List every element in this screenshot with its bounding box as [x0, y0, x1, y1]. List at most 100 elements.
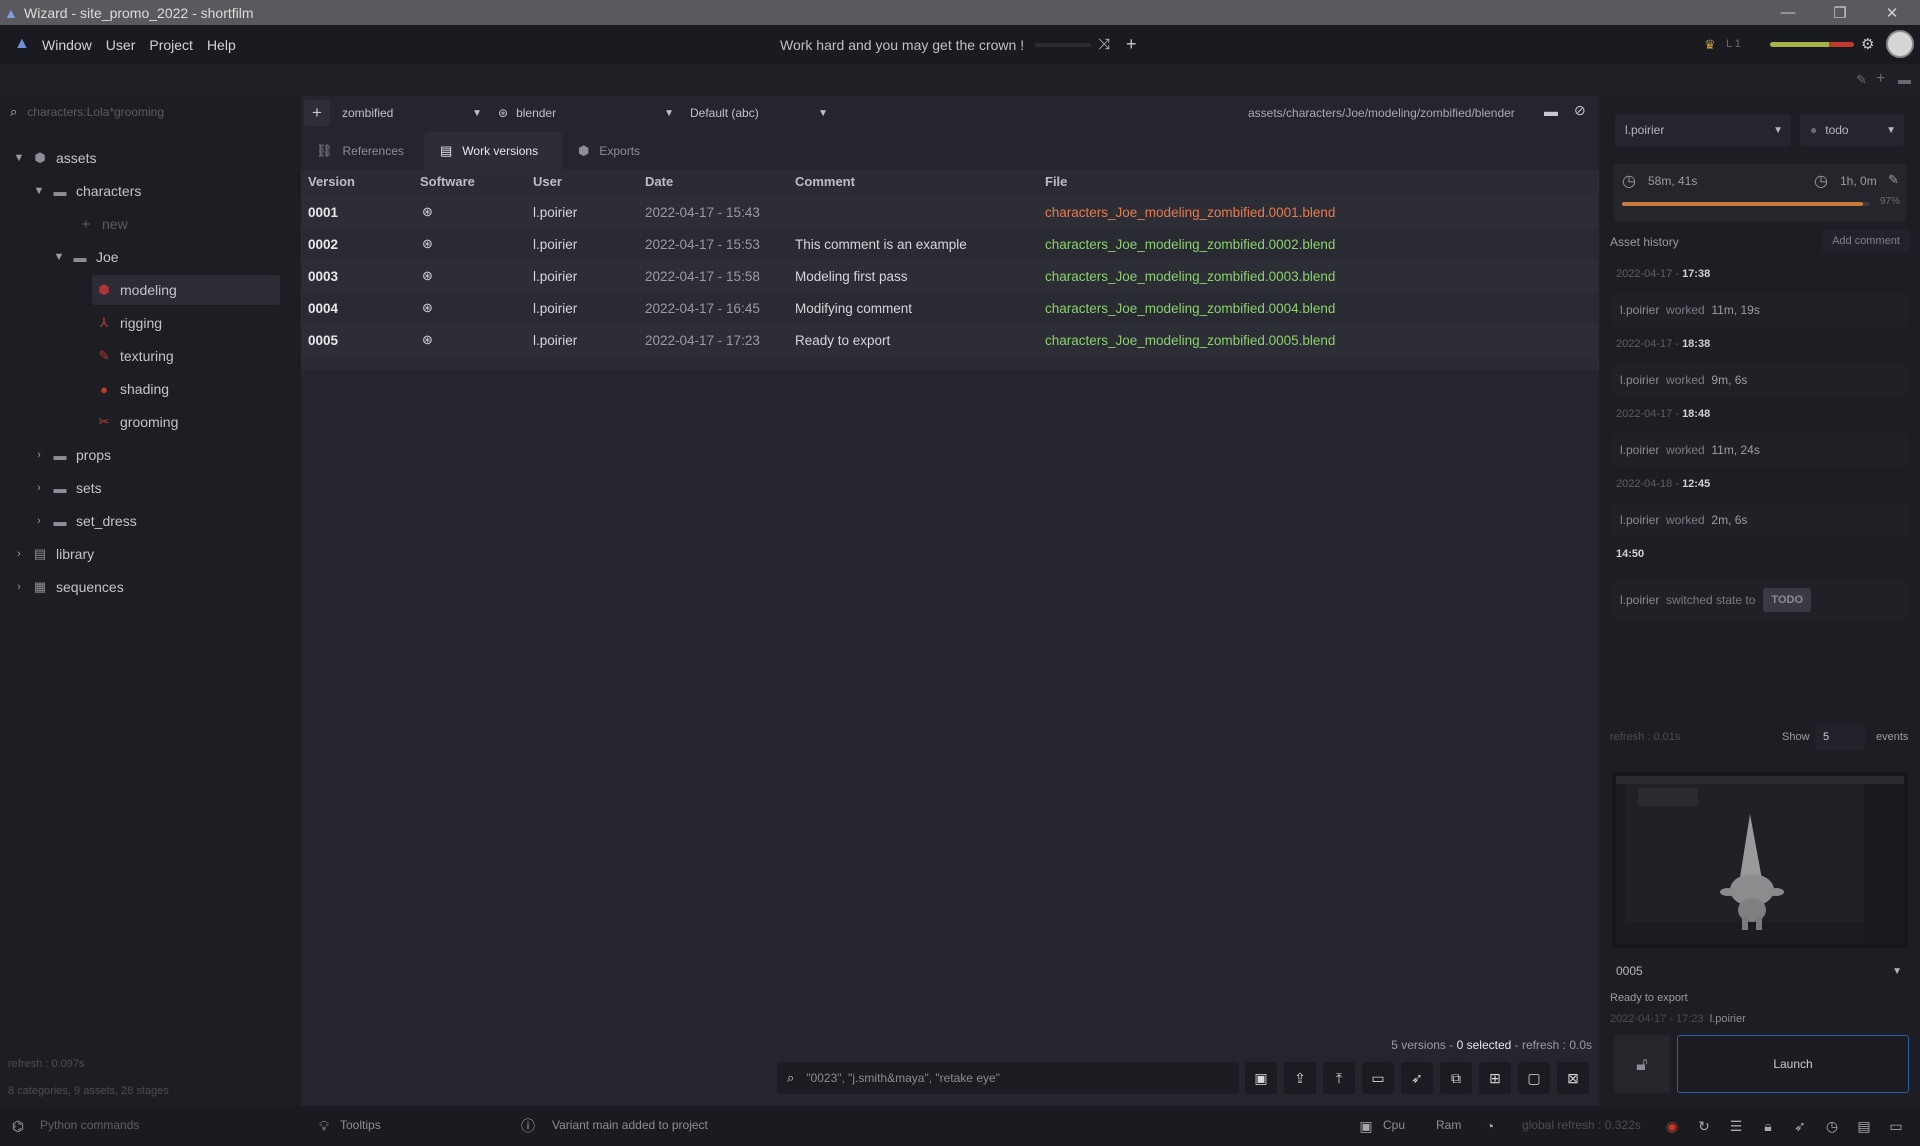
chevron-down-icon: ▼ [818, 107, 828, 119]
run-icon[interactable]: ➶ [1788, 1114, 1812, 1138]
assignee-dropdown[interactable]: l.poirier ▼ [1615, 114, 1791, 146]
header-date[interactable]: Date [645, 174, 673, 189]
window-titlebar: ▲ Wizard - site_promo_2022 - shortfilm —… [0, 0, 1920, 25]
archive-button[interactable]: ⇪ [1284, 1062, 1316, 1094]
table-row[interactable]: 0004 ⊛ l.poirier 2022-04-17 - 16:45 Modi… [302, 292, 1598, 324]
tree-item-assets[interactable]: ▼ ⬢ assets [12, 143, 292, 173]
blender-icon: ⊛ [422, 332, 433, 347]
table-row[interactable]: 0005 ⊛ l.poirier 2022-04-17 - 17:23 Read… [302, 324, 1598, 356]
settings-sliders-icon[interactable]: ☰ [1724, 1114, 1748, 1138]
launch-button[interactable]: Launch [1677, 1035, 1909, 1093]
export-format-dropdown[interactable]: Default (abc) ▼ [690, 100, 828, 126]
versions-search-input[interactable]: ⌕ "0023", "j.smith&maya", "retake eye" [777, 1062, 1239, 1094]
cube-icon: ⬢ [34, 150, 46, 165]
header-version[interactable]: Version [308, 174, 355, 189]
menu-project[interactable]: Project [149, 37, 193, 53]
new-version-button[interactable]: ⊞ [1479, 1062, 1511, 1094]
lock-button[interactable]: 🔓︎ [1614, 1035, 1670, 1093]
lock-status-icon[interactable]: 🔒︎ [1756, 1114, 1780, 1138]
tree-item-sets[interactable]: › ▬ sets [32, 473, 292, 503]
minimize-icon[interactable]: — [1770, 0, 1806, 25]
table-row[interactable]: 0001 ⊛ l.poirier 2022-04-17 - 15:43 char… [302, 196, 1598, 228]
tab-exports[interactable]: ⬢ Exports [578, 132, 668, 170]
tree-item-set-dress[interactable]: › ▬ set_dress [32, 506, 292, 536]
search-icon: ⌕ [10, 104, 18, 119]
chevron-right-icon[interactable]: › [32, 449, 46, 461]
layout-icon[interactable]: ▤ [1852, 1114, 1876, 1138]
notification-icon[interactable]: ▭ [1884, 1114, 1908, 1138]
state-dropdown[interactable]: ● todo ▼ [1800, 114, 1904, 146]
header-software[interactable]: Software [420, 174, 475, 189]
open-folder-icon[interactable]: ▬ [1544, 103, 1558, 119]
close-icon[interactable]: ✕ [1874, 0, 1910, 25]
event-date: 2022-04-17 - 17:38 [1616, 268, 1711, 280]
python-commands-input[interactable]: Python commands [40, 1118, 139, 1132]
refresh-icon[interactable]: ↻ [1692, 1114, 1716, 1138]
brush-icon: ✎ [98, 348, 110, 363]
tree-item-rigging[interactable]: ⅄ rigging [92, 308, 280, 338]
chevron-right-icon[interactable]: › [12, 548, 26, 560]
gear-icon[interactable]: ⚙ [1861, 35, 1874, 53]
add-variant-icon[interactable]: + [304, 100, 330, 126]
tree-item-modeling[interactable]: ⬢ modeling [92, 275, 280, 305]
tree-item-texturing[interactable]: ✎ texturing [92, 341, 280, 371]
software-dropdown[interactable]: ⊛ blender ▼ [498, 100, 674, 126]
header-user[interactable]: User [533, 174, 562, 189]
folder-small-icon[interactable]: ▬ [1898, 72, 1911, 87]
events-count-input[interactable]: 5 [1815, 724, 1865, 750]
folder-icon: ▬ [73, 249, 87, 265]
table-row[interactable]: 0002 ⊛ l.poirier 2022-04-17 - 15:53 This… [302, 228, 1598, 260]
menu-user[interactable]: User [106, 37, 136, 53]
plus-small-icon[interactable]: + [1876, 70, 1885, 88]
chevron-right-icon[interactable]: › [32, 482, 46, 494]
table-row[interactable]: 0003 ⊛ l.poirier 2022-04-17 - 15:58 Mode… [302, 260, 1598, 292]
variant-dropdown[interactable]: zombified ▼ [342, 100, 482, 126]
wizard-logo-icon[interactable]: ▲ [14, 35, 34, 55]
launch-rocket-button[interactable]: ➶ [1401, 1062, 1433, 1094]
avatar[interactable] [1886, 30, 1914, 58]
blender-icon: ⊛ [422, 300, 433, 315]
upload-button[interactable]: ⤒ [1323, 1062, 1355, 1094]
chevron-right-icon[interactable]: › [12, 581, 26, 593]
tab-work-versions[interactable]: ▤ Work versions [424, 132, 562, 170]
tree-item-characters[interactable]: ▼ ▬ characters [32, 176, 292, 206]
header-comment[interactable]: Comment [795, 174, 855, 189]
tree-search[interactable]: ⌕ characters:Lola*grooming [0, 96, 300, 128]
edit-icon[interactable]: ✎ [1856, 72, 1867, 88]
shuffle-icon[interactable]: ⤨ [1098, 36, 1110, 53]
tree-item-props[interactable]: › ▬ props [32, 440, 292, 470]
chevron-down-icon[interactable]: ▼ [12, 152, 26, 164]
tree-item-joe[interactable]: ▼ ▬ Joe [52, 242, 292, 272]
duplicate-button[interactable]: ⧉ [1440, 1062, 1472, 1094]
folder-icon: ▬ [53, 183, 67, 199]
no-image-icon[interactable]: ⊘ [1574, 102, 1586, 119]
edit-estimate-icon[interactable]: ✎ [1888, 172, 1899, 188]
add-icon[interactable]: + [1126, 34, 1137, 55]
restore-icon[interactable]: ❐ [1822, 0, 1858, 25]
chevron-down-icon[interactable]: ▼ [32, 185, 46, 197]
chevron-down-icon[interactable]: ▼ [52, 251, 66, 263]
clear-selection-button[interactable]: ⊠ [1557, 1062, 1589, 1094]
window-title: Wizard - site_promo_2022 - shortfilm [24, 4, 254, 21]
tree-item-shading[interactable]: ● shading [92, 374, 280, 404]
open-image-button[interactable]: ▣ [1245, 1062, 1277, 1094]
chevron-right-icon[interactable]: › [32, 515, 46, 527]
menu-help[interactable]: Help [207, 37, 236, 53]
tree-item-sequences[interactable]: › ▦ sequences [12, 572, 292, 602]
tree-item-library[interactable]: › ▤ library [12, 539, 292, 569]
header-file[interactable]: File [1045, 174, 1067, 189]
tooltips-toggle[interactable]: Tooltips [340, 1118, 381, 1132]
version-thumbnail[interactable] [1612, 772, 1908, 948]
comment-button[interactable]: ▭ [1362, 1062, 1394, 1094]
menu-window[interactable]: Window [42, 37, 92, 53]
motto-text: Work hard and you may get the crown ! [780, 37, 1025, 53]
tab-references[interactable]: ⛓ References [316, 132, 416, 170]
version-select-dropdown[interactable]: 0005 ▼ [1612, 958, 1908, 984]
empty-version-button[interactable]: ▢ [1518, 1062, 1550, 1094]
add-comment-button[interactable]: Add comment [1822, 229, 1910, 253]
tree-item-new[interactable]: + new [72, 209, 292, 239]
timer-icon[interactable]: ◷ [1820, 1114, 1844, 1138]
rss-icon[interactable]: ◉ [1660, 1114, 1684, 1138]
library-icon: ▤ [33, 546, 47, 561]
tree-item-grooming[interactable]: ✂ grooming [92, 407, 280, 437]
